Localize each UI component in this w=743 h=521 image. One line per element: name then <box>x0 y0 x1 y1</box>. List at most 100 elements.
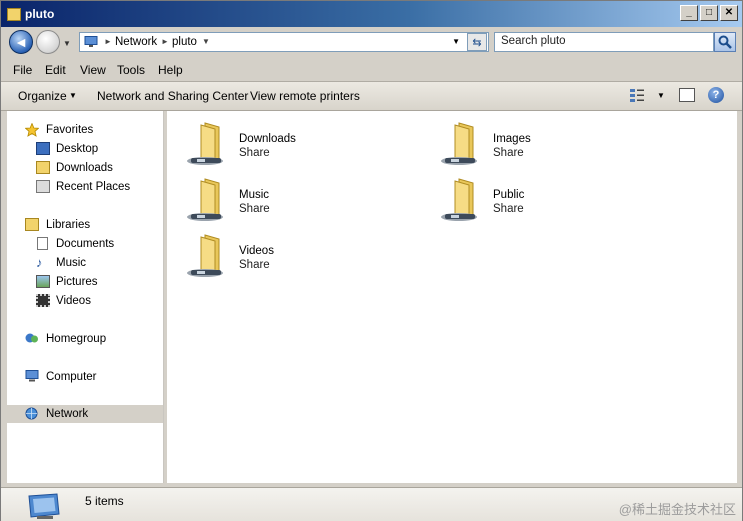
watermark: @稀土掘金技术社区 <box>618 502 736 517</box>
explorer-window: pluto _ □ ✕ ◄ ▼ ► Network ► pluto ▼ ▼ ⇆ … <box>0 0 743 521</box>
homegroup-icon <box>25 332 39 345</box>
nav-label: Computer <box>46 371 97 383</box>
menu-edit[interactable]: Edit <box>45 63 66 77</box>
title-bar[interactable]: pluto _ □ ✕ <box>1 1 742 27</box>
caption-buttons: _ □ ✕ <box>680 5 738 21</box>
shared-folder-icon <box>441 178 477 221</box>
search-input[interactable]: Search pluto <box>494 32 714 52</box>
back-button[interactable]: ◄ <box>9 30 33 54</box>
back-arrow-icon: ◄ <box>14 34 28 50</box>
share-item-videos[interactable]: Videos Share <box>171 227 401 277</box>
window-title: pluto <box>25 7 55 21</box>
menu-tools[interactable]: Tools <box>117 63 145 77</box>
refresh-icon: ⇆ <box>472 36 482 49</box>
network-sharing-center-button[interactable]: Network and Sharing Center <box>97 89 248 103</box>
recent-pages-dropdown[interactable]: ▼ <box>63 39 71 48</box>
chevron-right-icon[interactable]: ▼ <box>202 37 210 46</box>
recent-places-icon <box>36 180 50 193</box>
shared-folder-icon <box>187 234 223 277</box>
organize-button[interactable]: Organize <box>18 89 67 103</box>
menu-bar: File Edit View Tools Help <box>1 59 742 82</box>
menu-file[interactable]: File <box>13 63 32 77</box>
pictures-icon <box>36 275 50 288</box>
help-icon[interactable]: ? <box>708 87 724 103</box>
details-pane: 5 items @稀土掘金技术社区 <box>1 487 742 521</box>
nav-label: Recent Places <box>56 181 131 193</box>
nav-downloads[interactable]: Downloads <box>7 159 163 177</box>
share-item-downloads[interactable]: Downloads Share <box>171 115 401 165</box>
folder-icon <box>7 8 21 21</box>
command-bar: Organize ▼ Network and Sharing Center Vi… <box>1 82 742 111</box>
nav-recent-places[interactable]: Recent Places <box>7 178 163 196</box>
documents-icon <box>37 237 48 250</box>
forward-button[interactable] <box>36 30 60 54</box>
music-note-icon: ♪ <box>36 255 43 270</box>
nav-favorites[interactable]: Favorites <box>7 121 163 139</box>
nav-label: Downloads <box>56 162 113 174</box>
chevron-right-icon[interactable]: ► <box>161 37 169 46</box>
change-view-icon[interactable] <box>629 88 645 102</box>
star-icon <box>24 122 40 137</box>
nav-label: Documents <box>56 238 115 250</box>
network-computer-icon <box>28 493 60 519</box>
share-item-images[interactable]: Images Share <box>425 115 655 165</box>
item-name: Music <box>239 189 270 201</box>
nav-pictures[interactable]: Pictures <box>7 273 163 291</box>
item-name: Images <box>493 133 531 145</box>
item-name: Public <box>493 189 525 201</box>
nav-desktop[interactable]: Desktop <box>7 140 163 158</box>
nav-documents[interactable]: Documents <box>7 235 163 253</box>
nav-label: Music <box>56 257 87 269</box>
downloads-folder-icon <box>36 161 50 174</box>
refresh-button[interactable]: ⇆ <box>467 33 487 51</box>
breadcrumb-pluto[interactable]: pluto <box>172 36 197 48</box>
nav-homegroup[interactable]: Homegroup <box>7 330 163 348</box>
network-globe-icon <box>25 407 39 420</box>
item-type: Share <box>239 203 270 215</box>
file-list: Downloads Share Images Share Music Share… <box>167 111 737 483</box>
network-icon <box>84 36 98 47</box>
chevron-right-icon[interactable]: ► <box>104 37 112 46</box>
nav-network[interactable]: Network <box>7 405 163 423</box>
preview-pane-icon[interactable] <box>679 88 695 102</box>
maximize-button[interactable]: □ <box>700 5 718 21</box>
close-button[interactable]: ✕ <box>720 5 738 21</box>
item-type: Share <box>493 147 524 159</box>
navigation-pane: Favorites Desktop Downloads Recent Place… <box>7 111 164 483</box>
nav-label: Desktop <box>56 143 99 155</box>
minimize-button[interactable]: _ <box>680 5 698 21</box>
nav-label: Favorites <box>46 124 94 136</box>
nav-label: Network <box>46 408 89 420</box>
shared-folder-icon <box>187 122 223 165</box>
item-type: Share <box>239 147 270 159</box>
organize-dropdown-icon[interactable]: ▼ <box>69 91 77 100</box>
share-item-public[interactable]: Public Share <box>425 171 655 221</box>
item-name: Videos <box>239 245 274 257</box>
address-bar[interactable]: ► Network ► pluto ▼ ▼ <box>79 32 489 52</box>
nav-label: Videos <box>56 295 91 307</box>
item-count: 5 items <box>85 494 124 508</box>
nav-label: Libraries <box>46 219 91 231</box>
item-type: Share <box>239 259 270 271</box>
nav-computer[interactable]: Computer <box>7 368 163 386</box>
videos-icon <box>36 294 50 307</box>
nav-music[interactable]: ♪ Music <box>7 254 163 272</box>
item-name: Downloads <box>239 133 296 145</box>
shared-folder-icon <box>187 178 223 221</box>
nav-label: Pictures <box>56 276 98 288</box>
desktop-icon <box>36 142 50 155</box>
views-dropdown-icon[interactable]: ▼ <box>657 91 665 100</box>
menu-view[interactable]: View <box>80 63 106 77</box>
menu-help[interactable]: Help <box>158 63 183 77</box>
item-type: Share <box>493 203 524 215</box>
breadcrumb-network[interactable]: Network <box>115 36 157 48</box>
view-remote-printers-button[interactable]: View remote printers <box>250 89 360 103</box>
share-item-music[interactable]: Music Share <box>171 171 401 221</box>
library-icon <box>25 218 39 231</box>
nav-videos[interactable]: Videos <box>7 292 163 310</box>
search-icon <box>718 35 732 49</box>
address-dropdown-icon[interactable]: ▼ <box>452 37 460 46</box>
search-button[interactable] <box>714 32 736 52</box>
nav-libraries[interactable]: Libraries <box>7 216 163 234</box>
computer-icon <box>25 370 39 383</box>
